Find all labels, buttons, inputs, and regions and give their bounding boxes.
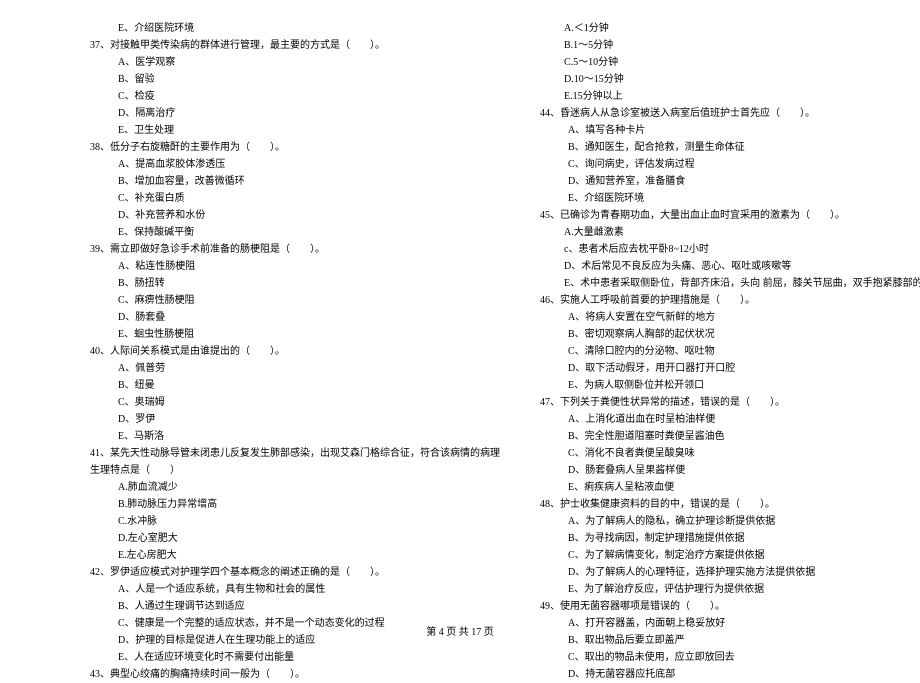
option-line: D、补充营养和水份 [90,207,500,224]
option-line: C、为了解病情变化，制定治疗方案提供依据 [540,547,920,564]
option-line: c、患者术后应去枕平卧8~12小时 [540,241,920,258]
option-line: A、医学观察 [90,54,500,71]
option-line: E、为病人取侧卧位并松开领口 [540,377,920,394]
option-line: E、介绍医院环境 [90,20,500,37]
option-line: C、奥瑞姆 [90,394,500,411]
question-line: 47、下列关于粪便性状异常的描述，错误的是（ ）。 [540,394,920,411]
option-line: A、填写各种卡片 [540,122,920,139]
option-line: E、人在适应环境变化时不需要付出能量 [90,649,500,666]
option-line: D、为了解病人的心理特征，选择护理实施方法提供依据 [540,564,920,581]
option-line: B、肠扭转 [90,275,500,292]
option-line: C、麻痹性肠梗阻 [90,292,500,309]
option-line: B、通知医生，配合抢救，测量生命体征 [540,139,920,156]
option-line: C、消化不良者粪便呈酸臭味 [540,445,920,462]
option-line: D、隔离治疗 [90,105,500,122]
option-line: E、卫生处理 [90,122,500,139]
option-line: B、纽曼 [90,377,500,394]
question-line: 37、对接触甲类传染病的群体进行管理，最主要的方式是（ ）。 [90,37,500,54]
option-line: B.肺动脉压力异常增高 [90,496,500,513]
option-line: E、痢疾病人呈粘液血便 [540,479,920,496]
option-line: C、检疫 [90,88,500,105]
option-line: E.左心房肥大 [90,547,500,564]
option-line: D、取下活动假牙，用开口器打开口腔 [540,360,920,377]
page-columns: E、介绍医院环境37、对接触甲类传染病的群体进行管理，最主要的方式是（ ）。A、… [90,20,855,610]
option-line: E、马斯洛 [90,428,500,445]
question-line: 38、低分子右旋糖酐的主要作用为（ ）。 [90,139,500,156]
option-line: C、补充蛋白质 [90,190,500,207]
option-line: D、持无菌容器应托底部 [540,666,920,683]
left-column: E、介绍医院环境37、对接触甲类传染病的群体进行管理，最主要的方式是（ ）。A、… [90,20,500,610]
option-line: E、术中患者采取侧卧位，背部齐床沿，头向 前屈，膝关节屈曲，双手抱紧膝部的姿势 [540,275,920,292]
question-line: 39、需立即做好急诊手术前准备的肠梗阻是（ ）。 [90,241,500,258]
option-line: D、术后常见不良反应为头痛、恶心、呕吐或咳嗽等 [540,258,920,275]
question-line: 49、使用无菌容器哪项是错误的（ ）。 [540,598,920,615]
option-line: B、增加血容量，改善微循环 [90,173,500,190]
option-line: C.5～10分钟 [540,54,920,71]
question-line: 44、昏迷病人从急诊室被送入病室后值班护士首先应（ ）。 [540,105,920,122]
option-line: C、询问病史，评估发病过程 [540,156,920,173]
option-line: D、罗伊 [90,411,500,428]
option-line: A、将病人安置在空气新鲜的地方 [540,309,920,326]
option-line: D.左心室肥大 [90,530,500,547]
question-line: 41、某先天性动脉导管未闭患儿反复发生肺部感染，出现艾森门格综合征，符合该病情的… [90,445,500,462]
option-line: A、为了解病人的隐私，确立护理诊断提供依据 [540,513,920,530]
question-line: 45、已确诊为青春期功血，大量出血止血时宜采用的激素为（ ）。 [540,207,920,224]
option-line: C、清除口腔内的分泌物、呕吐物 [540,343,920,360]
option-line: A、佩普劳 [90,360,500,377]
option-line: B、人通过生理调节达到适应 [90,598,500,615]
question-continuation: 生理特点是（ ） [90,462,500,479]
option-line: A.肺血流减少 [90,479,500,496]
page-footer: 第 4 页 共 17 页 [0,623,920,638]
option-line: D、肠套叠 [90,309,500,326]
option-line: A、粘连性肠梗阻 [90,258,500,275]
question-line: 48、护士收集健康资料的目的中，错误的是（ ）。 [540,496,920,513]
question-line: 43、典型心绞痛的胸痛持续时间一般为（ ）。 [90,666,500,683]
option-line: D、肠套叠病人呈果酱样便 [540,462,920,479]
question-line: 42、罗伊适应模式对护理学四个基本概念的阐述正确的是（ ）。 [90,564,500,581]
option-line: A、提高血浆胶体渗透压 [90,156,500,173]
option-line: B.1～5分钟 [540,37,920,54]
option-line: A、上消化道出血在时呈柏油样便 [540,411,920,428]
option-line: A.＜1分钟 [540,20,920,37]
question-line: 46、实施人工呼吸前首要的护理措施是（ ）。 [540,292,920,309]
right-column: A.＜1分钟B.1～5分钟C.5～10分钟D.10～15分钟E.15分钟以上44… [540,20,920,610]
option-line: B、完全性胆道阻塞时粪便呈酱油色 [540,428,920,445]
option-line: E、保持酸碱平衡 [90,224,500,241]
option-line: A.大量雌激素 [540,224,920,241]
option-line: D.10～15分钟 [540,71,920,88]
option-line: E、介绍医院环境 [540,190,920,207]
option-line: C.水冲脉 [90,513,500,530]
option-line: B、为寻找病因，制定护理措施提供依据 [540,530,920,547]
option-line: E、为了解治疗反应，评估护理行为提供依据 [540,581,920,598]
option-line: C、取出的物品未使用，应立即放回去 [540,649,920,666]
option-line: E.15分钟以上 [540,88,920,105]
question-line: 40、人际间关系模式是由谁提出的（ ）。 [90,343,500,360]
option-line: A、人是一个适应系统，具有生物和社会的属性 [90,581,500,598]
option-line: B、留验 [90,71,500,88]
option-line: E、蛔虫性肠梗阻 [90,326,500,343]
option-line: B、密切观察病人胸部的起伏状况 [540,326,920,343]
option-line: D、通知营养室，准备膳食 [540,173,920,190]
